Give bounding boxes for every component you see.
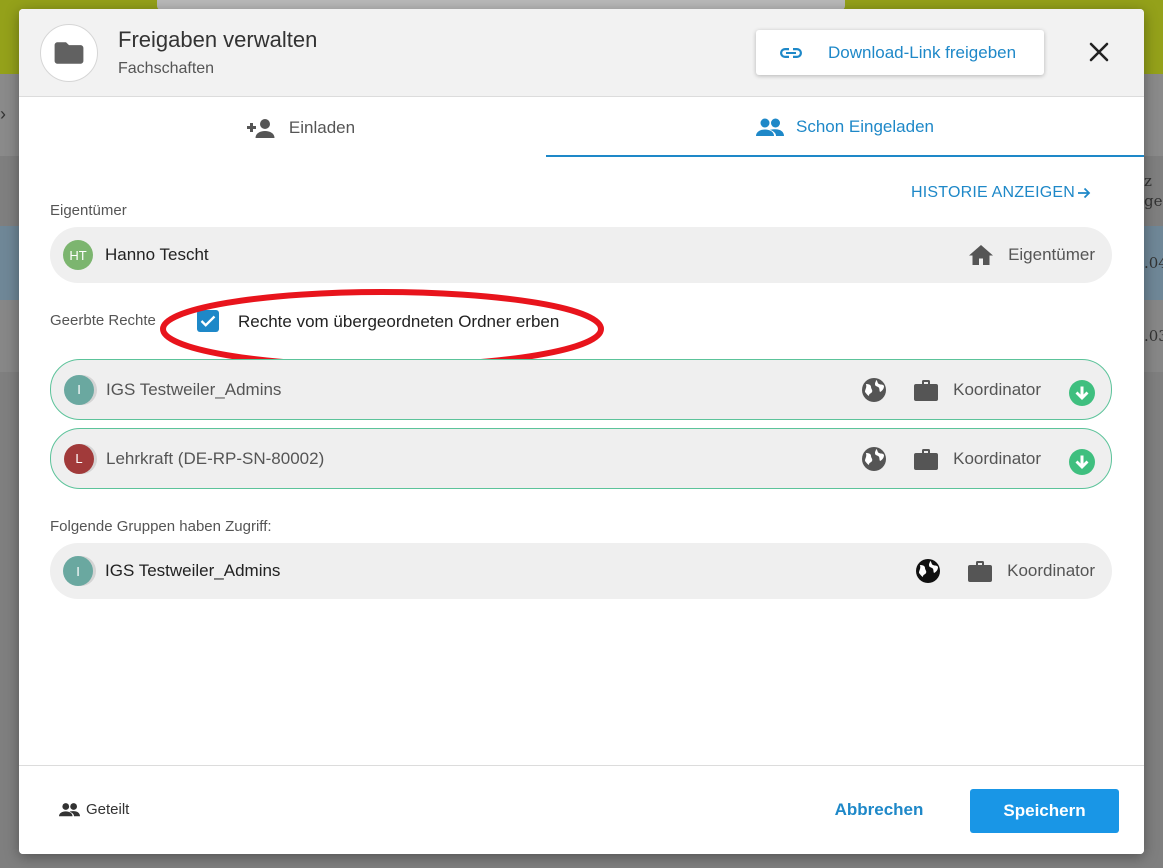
globe-icon: [861, 446, 887, 472]
tab-invite[interactable]: Einladen: [19, 98, 581, 157]
briefcase-icon[interactable]: [967, 559, 993, 583]
share-download-link-button[interactable]: Download-Link freigeben: [756, 30, 1044, 75]
dialog-subtitle: Fachschaften: [118, 60, 215, 77]
group-rights: Koordinator: [915, 558, 1112, 584]
folder-avatar: [40, 24, 98, 82]
folder-icon: [54, 41, 84, 65]
inherited-entry-role: Koordinator: [953, 379, 1041, 399]
inherited-section-label: Geerbte Rechte: [50, 312, 156, 329]
tab-invite-label: Einladen: [288, 117, 356, 137]
group-icon: [755, 117, 784, 137]
background-header-text: ge: [1144, 192, 1163, 210]
inherited-entry-rights: Koordinator: [861, 374, 1111, 406]
briefcase-icon: [913, 378, 939, 402]
shared-status: Geteilt: [59, 801, 129, 818]
share-dialog: Freigaben verwalten Fachschaften Downloa…: [19, 9, 1144, 854]
inherited-entry-row: I IGS Testweiler_Admins Koordinator: [50, 359, 1112, 420]
avatar: I: [64, 374, 94, 405]
owner-role-label: Eigentümer: [1008, 245, 1095, 264]
group-access-row: I IGS Testweiler_Admins Koordinator: [50, 543, 1112, 599]
tab-already-invited[interactable]: Schon Eingeladen: [546, 98, 1144, 157]
group-name: IGS Testweiler_Admins: [105, 561, 281, 580]
avatar: HT: [63, 240, 93, 270]
inherited-entry-name: Lehrkraft (DE-RP-SN-80002): [106, 448, 325, 468]
home-icon: [968, 244, 994, 266]
group-icon: [59, 802, 80, 817]
globe-icon: [861, 377, 887, 403]
background-cell-text: .03: [1144, 327, 1163, 345]
avatar: I: [63, 556, 93, 586]
chevron-right-icon: ›: [0, 104, 6, 124]
globe-toggle-icon[interactable]: [915, 558, 941, 584]
show-history-link[interactable]: HISTORIE ANZEIGEN: [911, 184, 1091, 202]
dialog-header: Freigaben verwalten Fachschaften Downloa…: [19, 9, 1144, 97]
person-add-icon: [245, 118, 277, 138]
dialog-title: Freigaben verwalten: [118, 27, 318, 52]
inherited-entry-name: IGS Testweiler_Admins: [106, 379, 282, 399]
inherited-entry-rights: Koordinator: [861, 443, 1111, 475]
inherited-entry-row: L Lehrkraft (DE-RP-SN-80002) Koordinator: [50, 428, 1112, 489]
show-history-label: HISTORIE ANZEIGEN: [911, 184, 1076, 201]
owner-row: HT Hanno Tescht Eigentümer: [50, 227, 1112, 283]
background-cell-text: .04: [1144, 254, 1163, 272]
avatar: L: [64, 443, 94, 474]
owner-role: Eigentümer: [968, 244, 1112, 266]
background-header-text: z: [1144, 172, 1152, 190]
tab-already-invited-label: Schon Eingeladen: [795, 116, 934, 136]
download-link-label: Download-Link freigeben: [828, 42, 1017, 62]
cancel-button[interactable]: Abbrechen: [819, 788, 939, 832]
briefcase-icon: [913, 447, 939, 471]
inherited-arrow-icon: [1069, 448, 1095, 475]
share-tabs: Einladen Schon Eingeladen: [19, 98, 1144, 157]
groups-section-label: Folgende Gruppen haben Zugriff:: [50, 518, 272, 535]
inherited-entry-role: Koordinator: [953, 448, 1041, 468]
arrow-right-icon: [1077, 186, 1091, 200]
inherited-arrow-icon: [1069, 379, 1095, 406]
dialog-footer: Geteilt Abbrechen Speichern: [19, 765, 1144, 854]
close-button[interactable]: [1085, 38, 1113, 66]
save-button[interactable]: Speichern: [970, 789, 1119, 833]
link-icon: [778, 46, 804, 60]
shared-label: Geteilt: [86, 801, 130, 818]
owner-name: Hanno Tescht: [105, 245, 209, 264]
group-role-select[interactable]: Koordinator: [1007, 561, 1095, 581]
owner-section-label: Eigentümer: [50, 202, 127, 219]
close-icon: [1089, 42, 1109, 62]
